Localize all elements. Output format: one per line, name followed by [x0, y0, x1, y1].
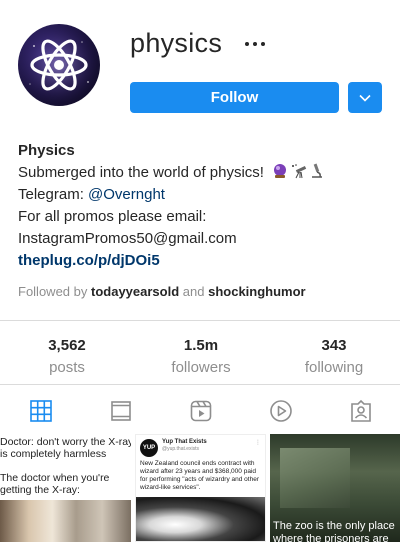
follow-button[interactable]: Follow	[130, 82, 339, 113]
bio-emojis	[271, 163, 325, 179]
post-1-text-bottom: The doctor when you're getting the X-ray…	[0, 472, 110, 496]
post-3-image	[280, 448, 350, 508]
tab-reels[interactable]	[186, 396, 216, 426]
divider-tabs	[0, 384, 400, 385]
followed-by-prefix: Followed by	[18, 284, 88, 299]
microscope-icon	[312, 163, 323, 178]
followed-by[interactable]: Followed by todayyearsold and shockinghu…	[18, 284, 306, 299]
post-2-source-name: Yup That Exists	[162, 439, 207, 445]
post-thumbnail-1[interactable]: Doctor: don't worry the X-ray is complet…	[0, 434, 131, 542]
telegram-label: Telegram:	[18, 186, 89, 203]
post-2-source-handle: @yup.that.exists	[162, 446, 200, 452]
stat-followers[interactable]: 1.5m followers	[151, 336, 251, 378]
crystal-ball-icon	[274, 164, 287, 178]
video-icon	[270, 400, 292, 422]
reels-icon	[190, 400, 212, 422]
post-thumbnail-3[interactable]: The zoo is the only place where the pris…	[270, 434, 400, 542]
stat-followers-value: 1.5m	[183, 337, 219, 354]
post-3-caption: The zoo is the only place where the pris…	[273, 520, 395, 542]
post-2-image	[136, 497, 265, 541]
atom-icon	[21, 27, 97, 103]
stat-posts[interactable]: 3,562 posts	[17, 336, 117, 378]
tab-posts-grid[interactable]	[26, 396, 56, 426]
post-thumbnail-2[interactable]: YUP Yup That Exists @yup.that.exists ⋮ N…	[135, 434, 266, 542]
telescope-icon	[292, 164, 307, 179]
stat-following-label: following	[304, 359, 364, 376]
stat-followers-label: followers	[171, 359, 231, 376]
divider-top	[0, 320, 400, 321]
tab-igtv[interactable]	[266, 396, 296, 426]
post-2-headline: New Zealand council ends contract with w…	[140, 460, 259, 491]
share-icon: ⋮	[255, 440, 261, 446]
grid-icon	[30, 400, 52, 422]
external-link[interactable]: theplug.co/p/djDOi5	[18, 250, 388, 272]
feed-icon	[111, 401, 131, 421]
bio-line-promos: For all promos please email:	[18, 208, 207, 225]
stat-following-value: 343	[321, 337, 347, 354]
profile-avatar[interactable]	[18, 24, 100, 106]
suggested-dropdown-button[interactable]	[348, 82, 382, 113]
bio-text: Submerged into the world of physics!	[18, 164, 264, 181]
bio-line-1: Submerged into the world of physics!	[18, 162, 388, 184]
bio-line-telegram: Telegram: @Overnght	[18, 184, 388, 206]
stat-posts-value: 3,562	[48, 337, 86, 354]
followed-by-conjunction: and	[182, 284, 205, 299]
profile-full-name: Physics	[18, 142, 75, 159]
tagged-icon	[351, 399, 371, 422]
more-options-icon[interactable]	[245, 40, 269, 48]
bio-email: InstagramPromos50@gmail.com	[18, 230, 237, 247]
post-1-text-top: Doctor: don't worry the X-ray is complet…	[0, 436, 131, 460]
tab-tagged[interactable]	[346, 396, 376, 426]
post-1-image	[0, 500, 131, 542]
telegram-handle-link[interactable]: @Overnght	[88, 186, 165, 203]
stat-following[interactable]: 343 following	[284, 336, 384, 378]
post-2-source-logo: YUP	[140, 439, 158, 457]
profile-username: physics	[130, 28, 223, 58]
tab-feed[interactable]	[106, 396, 136, 426]
stat-posts-label: posts	[49, 359, 85, 376]
followed-by-user-1[interactable]: todayyearsold	[91, 284, 179, 299]
profile-bio: Physics Submerged into the world of phys…	[18, 140, 388, 272]
followed-by-user-2[interactable]: shockinghumor	[208, 284, 306, 299]
chevron-down-icon	[359, 94, 371, 102]
